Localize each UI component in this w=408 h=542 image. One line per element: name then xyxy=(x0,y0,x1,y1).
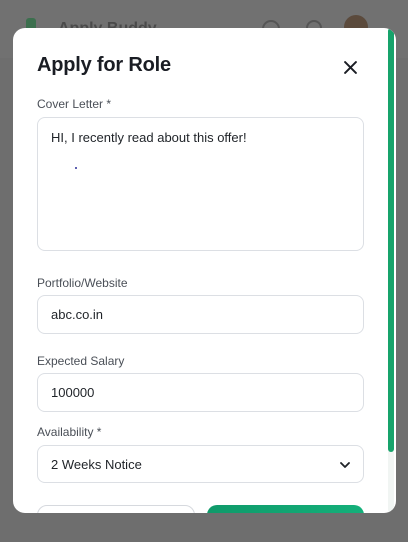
modal-title: Apply for Role xyxy=(37,54,171,76)
portfolio-value: abc.co.in xyxy=(51,307,104,322)
apply-modal: Apply for Role Cover Letter * HI, I rece… xyxy=(13,28,396,513)
submit-button[interactable] xyxy=(207,505,364,513)
salary-value: 100000 xyxy=(51,385,95,400)
modal-content: Apply for Role Cover Letter * HI, I rece… xyxy=(13,28,389,513)
close-icon xyxy=(343,60,357,74)
cover-letter-textarea[interactable]: HI, I recently read about this offer! xyxy=(37,117,364,251)
cover-letter-label: Cover Letter * xyxy=(37,97,112,111)
cancel-button[interactable] xyxy=(37,505,195,513)
portfolio-label: Portfolio/Website xyxy=(37,276,128,290)
cover-letter-text: HI, I recently read about this offer! xyxy=(51,130,247,145)
availability-label: Availability * xyxy=(37,425,102,439)
portfolio-input[interactable]: abc.co.in xyxy=(37,295,364,334)
salary-label: Expected Salary xyxy=(37,354,125,368)
salary-input[interactable]: 100000 xyxy=(37,373,364,412)
close-button[interactable] xyxy=(337,54,363,80)
availability-value: 2 Weeks Notice xyxy=(51,456,142,472)
text-cursor xyxy=(75,167,77,169)
scrollbar-thumb[interactable] xyxy=(388,28,394,452)
availability-select[interactable]: 2 Weeks Notice xyxy=(37,445,364,483)
chevron-down-icon xyxy=(340,457,350,472)
modal-scrollbar[interactable] xyxy=(388,28,394,513)
